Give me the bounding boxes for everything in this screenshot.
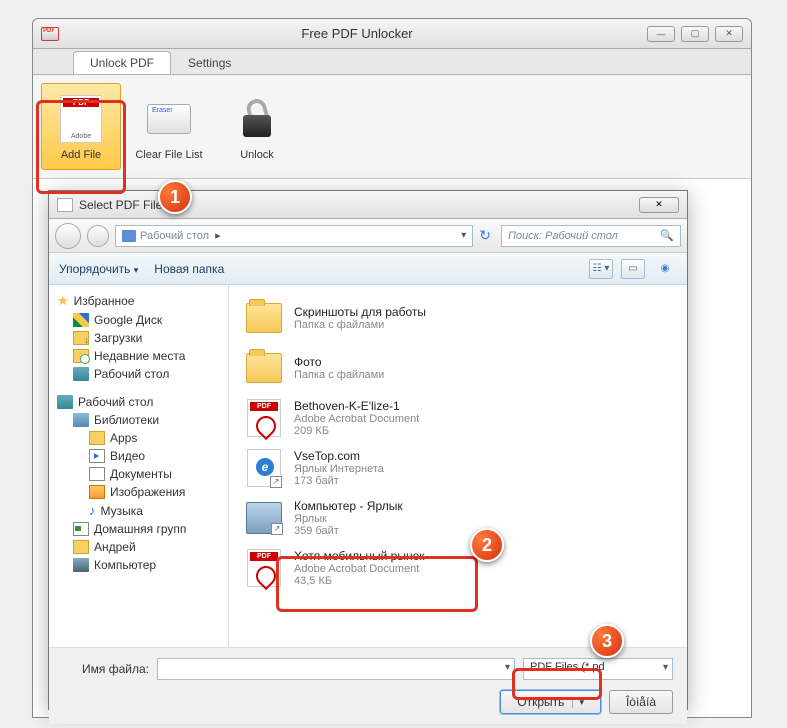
open-button[interactable]: Открыть▾ <box>500 690 601 714</box>
user-icon <box>73 540 89 554</box>
nav-forward-button[interactable] <box>87 225 109 247</box>
dialog-titlebar: Select PDF File ✕ <box>49 191 687 219</box>
main-titlebar: Free PDF Unlocker — ▢ ✕ <box>33 19 751 49</box>
recent-icon <box>73 349 89 363</box>
unlock-button[interactable]: Unlock <box>217 83 297 170</box>
tab-unlock-pdf[interactable]: Unlock PDF <box>73 51 171 74</box>
dialog-icon <box>57 198 73 212</box>
sidebar-item-music[interactable]: ♪Музыка <box>49 501 228 520</box>
library-icon <box>73 413 89 427</box>
location-icon <box>122 230 136 242</box>
desktop-icon <box>57 395 73 409</box>
new-folder-button[interactable]: Новая папка <box>154 262 224 276</box>
callout-1: 1 <box>158 180 192 214</box>
sidebar-item-video[interactable]: Видео <box>49 447 228 465</box>
close-button[interactable]: ✕ <box>715 26 743 42</box>
image-icon <box>89 485 105 499</box>
sidebar-favorites[interactable]: ★Избранное <box>49 291 228 311</box>
file-item-pdf[interactable]: Bethoven-K-E'lize-1Adobe Acrobat Documen… <box>237 393 679 443</box>
clear-list-label: Clear File List <box>135 149 202 161</box>
filename-label: Имя файла: <box>63 662 149 676</box>
chevron-right-icon: ▸ <box>215 229 221 242</box>
sidebar-item-computer[interactable]: Компьютер <box>49 556 228 574</box>
unlock-label: Unlock <box>240 149 274 161</box>
dialog-toolbar: Упорядочить ▾ Новая папка ☷ ▾ ▭ ◉ <box>49 253 687 285</box>
folder-icon <box>244 298 284 338</box>
sidebar-item-user[interactable]: Андрей <box>49 538 228 556</box>
pdf-file-icon <box>244 398 284 438</box>
lock-icon <box>231 93 283 145</box>
pdf-file-icon <box>244 548 284 588</box>
sidebar-item-documents[interactable]: Документы <box>49 465 228 483</box>
file-type-filter[interactable]: PDF Files (*.pd <box>523 658 673 680</box>
sidebar: ★Избранное Google Диск Загрузки Недавние… <box>49 285 229 647</box>
sidebar-item-downloads[interactable]: Загрузки <box>49 329 228 347</box>
sidebar-item-images[interactable]: Изображения <box>49 483 228 501</box>
tab-bar: Unlock PDF Settings <box>33 49 751 75</box>
callout-2: 2 <box>470 528 504 562</box>
add-file-label: Add File <box>61 149 101 161</box>
app-icon <box>41 27 59 41</box>
organize-menu[interactable]: Упорядочить ▾ <box>59 262 138 276</box>
sidebar-item-libraries[interactable]: Библиотеки <box>49 411 228 429</box>
file-item-pdf-selected[interactable]: Хотя мобильный рынокAdobe Acrobat Docume… <box>237 543 679 593</box>
search-placeholder: Поиск: Рабочий стол <box>508 230 618 242</box>
sidebar-item-apps[interactable]: Apps <box>49 429 228 447</box>
preview-pane-button[interactable]: ▭ <box>621 259 645 279</box>
download-icon <box>73 331 89 345</box>
ie-shortcut-icon: ↗ <box>244 448 284 488</box>
sidebar-item-gdrive[interactable]: Google Диск <box>49 311 228 329</box>
clear-list-button[interactable]: Clear File List <box>129 83 209 170</box>
callout-3: 3 <box>590 624 624 658</box>
sidebar-item-desktop[interactable]: Рабочий стол <box>49 365 228 383</box>
help-button[interactable]: ◉ <box>653 259 677 279</box>
pdf-icon <box>55 93 107 145</box>
add-file-button[interactable]: Add File <box>41 83 121 170</box>
gdrive-icon <box>73 313 89 327</box>
file-item-folder[interactable]: Скриншоты для работыПапка с файлами <box>237 293 679 343</box>
sidebar-desktop-root[interactable]: Рабочий стол <box>49 393 228 411</box>
computer-icon <box>73 558 89 572</box>
folder-icon <box>89 431 105 445</box>
filename-input[interactable] <box>157 658 515 680</box>
path-dropdown-icon[interactable]: ▾ <box>461 230 466 241</box>
dialog-close-button[interactable]: ✕ <box>639 197 679 213</box>
dialog-nav: Рабочий стол ▸ ▾ ↻ Поиск: Рабочий стол 🔍 <box>49 219 687 253</box>
view-mode-button[interactable]: ☷ ▾ <box>589 259 613 279</box>
search-input[interactable]: Поиск: Рабочий стол 🔍 <box>501 225 681 247</box>
dialog-body: ★Избранное Google Диск Загрузки Недавние… <box>49 285 687 647</box>
cancel-button[interactable]: Îòìåíà <box>609 690 673 714</box>
star-icon: ★ <box>57 293 69 309</box>
file-item-shortcut[interactable]: ↗ VseTop.comЯрлык Интернета173 байт <box>237 443 679 493</box>
open-dropdown-icon[interactable]: ▾ <box>572 697 584 708</box>
homegroup-icon <box>73 522 89 536</box>
window-controls: — ▢ ✕ <box>647 26 743 42</box>
desktop-icon <box>73 367 89 381</box>
sidebar-item-homegroup[interactable]: Домашняя групп <box>49 520 228 538</box>
file-item-shortcut[interactable]: ↗ Компьютер - ЯрлыкЯрлык359 байт <box>237 493 679 543</box>
nav-back-button[interactable] <box>55 223 81 249</box>
address-bar[interactable]: Рабочий стол ▸ ▾ <box>115 225 473 247</box>
window-title: Free PDF Unlocker <box>67 26 647 41</box>
computer-shortcut-icon: ↗ <box>244 498 284 538</box>
minimize-button[interactable]: — <box>647 26 675 42</box>
eraser-icon <box>143 93 195 145</box>
folder-icon <box>244 348 284 388</box>
file-list: Скриншоты для работыПапка с файлами Фото… <box>229 285 687 647</box>
document-icon <box>89 467 105 481</box>
music-icon: ♪ <box>89 503 96 518</box>
file-item-folder[interactable]: ФотоПапка с файлами <box>237 343 679 393</box>
video-icon <box>89 449 105 463</box>
maximize-button[interactable]: ▢ <box>681 26 709 42</box>
refresh-icon[interactable]: ↻ <box>479 227 491 244</box>
ribbon: Add File Clear File List Unlock <box>33 75 751 179</box>
tab-settings[interactable]: Settings <box>171 51 248 74</box>
dialog-footer: Имя файла: PDF Files (*.pd Открыть▾ Îòìå… <box>49 647 687 724</box>
search-icon: 🔍 <box>660 229 674 242</box>
sidebar-item-recent[interactable]: Недавние места <box>49 347 228 365</box>
path-text: Рабочий стол <box>140 230 209 242</box>
